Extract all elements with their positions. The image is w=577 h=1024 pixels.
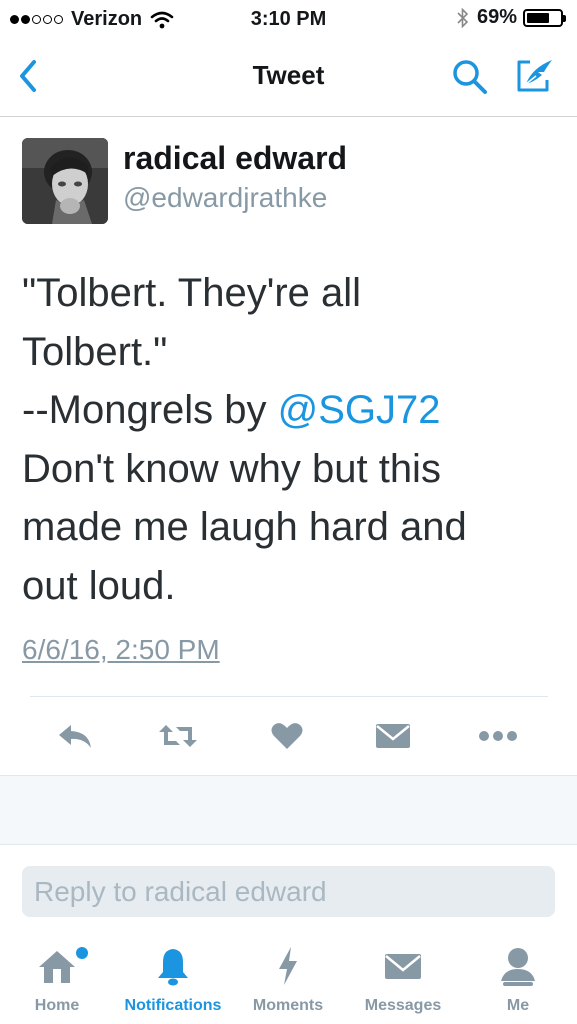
lightning-icon xyxy=(279,947,297,985)
tab-bar: Home Notifications Moments Messages Me xyxy=(0,935,577,1024)
tab-icon-wrap xyxy=(118,945,228,987)
retweet-button[interactable] xyxy=(156,716,200,756)
tab-notifications[interactable]: Notifications xyxy=(118,935,228,1024)
tweet-timestamp[interactable]: 6/6/16, 2:50 PM xyxy=(22,634,220,666)
like-button[interactable] xyxy=(265,716,309,756)
search-icon xyxy=(453,60,487,94)
notification-badge xyxy=(76,947,88,959)
mention-link[interactable]: @SGJ72 xyxy=(278,388,441,432)
tab-icon-wrap xyxy=(233,945,343,987)
bluetooth-icon xyxy=(457,7,469,29)
search-button[interactable] xyxy=(449,56,489,96)
more-icon xyxy=(479,731,517,741)
envelope-icon xyxy=(385,954,421,979)
battery-fill xyxy=(527,12,550,23)
compose-icon xyxy=(517,60,552,92)
tweet-text-line: made me laugh hard and xyxy=(22,505,467,550)
tweet-text-line: "Tolbert. They're all xyxy=(22,271,362,315)
compose-button[interactable] xyxy=(514,56,556,96)
tab-messages[interactable]: Messages xyxy=(348,935,458,1024)
author-handle[interactable]: @edwardjrathke xyxy=(123,182,327,214)
tab-icon-wrap xyxy=(348,945,458,987)
tab-me[interactable]: Me xyxy=(463,935,573,1024)
tweet-text-line: Tolbert." xyxy=(22,329,168,374)
tweet-text-line: Don't know why but this xyxy=(22,446,441,491)
status-bar: Verizon 3:10 PM 69% xyxy=(0,0,577,38)
tab-home[interactable]: Home xyxy=(2,935,112,1024)
conversation-spacer xyxy=(0,775,577,845)
page-title: Tweet xyxy=(252,60,325,90)
reply-input[interactable]: Reply to radical edward xyxy=(22,866,555,917)
reply-button[interactable] xyxy=(53,716,97,756)
tab-icon-wrap xyxy=(463,945,573,987)
more-button[interactable] xyxy=(476,716,520,756)
tab-icon-wrap xyxy=(2,945,112,987)
bell-icon xyxy=(158,949,188,986)
reply-icon xyxy=(59,725,91,748)
tweet-text-line: out loud. xyxy=(22,563,176,608)
direct-message-button[interactable] xyxy=(371,716,415,756)
battery-icon xyxy=(523,8,566,27)
battery-percent: 69% xyxy=(476,6,517,28)
tweet-actions xyxy=(0,704,577,770)
like-icon xyxy=(271,723,303,749)
nav-bar: Tweet xyxy=(0,38,577,117)
direct-message-icon xyxy=(376,724,410,748)
divider xyxy=(30,696,548,697)
person-icon xyxy=(501,948,535,986)
home-icon xyxy=(39,951,75,983)
tweet-text-segment: --Mongrels by xyxy=(22,388,278,433)
tweet-text: "Tolbert. They're all Tolbert." --Mongre… xyxy=(22,264,562,616)
tab-label: Me xyxy=(506,997,530,1014)
avatar[interactable] xyxy=(22,138,108,224)
retweet-icon xyxy=(159,725,197,747)
tab-moments[interactable]: Moments xyxy=(233,935,343,1024)
author-display-name[interactable]: radical edward xyxy=(123,140,347,177)
tweet-text-line: --Mongrels by @SGJ72 xyxy=(22,381,562,440)
status-right: 69% xyxy=(457,6,566,29)
